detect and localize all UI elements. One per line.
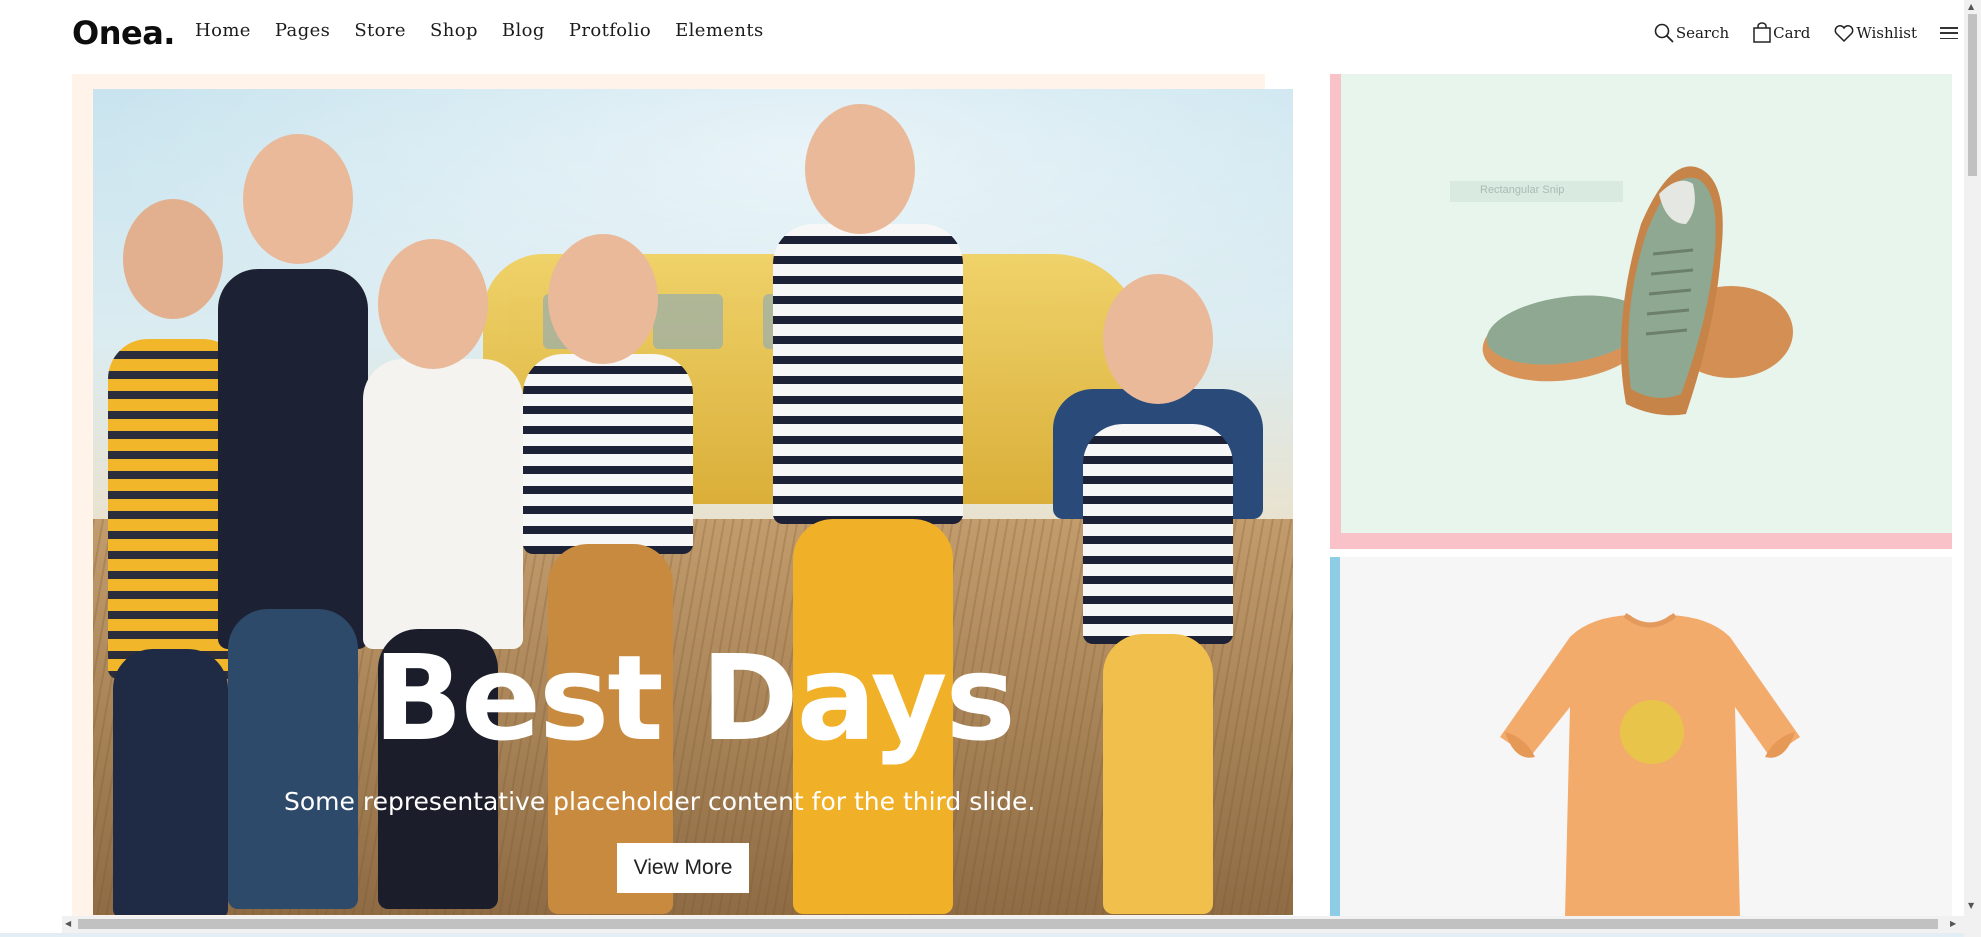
child-figure xyxy=(363,359,523,649)
hero-slide: Best Days Some representative placeholde… xyxy=(93,89,1293,915)
horizontal-scroll-thumb[interactable] xyxy=(78,919,1938,929)
scroll-down-icon[interactable]: ▼ xyxy=(1968,901,1974,910)
vertical-scroll-thumb[interactable] xyxy=(1968,14,1977,176)
wishlist-link[interactable]: Wishlist xyxy=(1833,23,1917,43)
nav-protfolio[interactable]: Protfolio xyxy=(569,20,651,41)
heart-icon xyxy=(1834,25,1854,43)
header-tools: Search Card Wishlist xyxy=(1653,22,1964,44)
nav-elements[interactable]: Elements xyxy=(675,20,764,41)
nav-shop[interactable]: Shop xyxy=(430,20,478,41)
search-link[interactable]: Search xyxy=(1653,22,1729,44)
product-card-sneakers[interactable] xyxy=(1341,74,1952,533)
product-card-frame xyxy=(1330,557,1340,924)
search-icon xyxy=(1654,23,1674,43)
scroll-right-icon[interactable]: ▶ xyxy=(1950,919,1956,928)
hamburger-menu-icon[interactable] xyxy=(1940,25,1958,41)
view-more-button[interactable]: View More xyxy=(617,843,749,893)
logo[interactable]: Onea. xyxy=(72,14,175,52)
bottom-strip xyxy=(0,933,1964,937)
search-label: Search xyxy=(1675,24,1730,42)
wishlist-label: Wishlist xyxy=(1856,24,1917,42)
nav-store[interactable]: Store xyxy=(354,20,406,41)
child-figure xyxy=(1083,424,1233,644)
sneakers-image xyxy=(1482,166,1793,416)
hero-title: Best Days xyxy=(373,629,1016,767)
hero-subtitle: Some representative placeholder content … xyxy=(284,787,1036,816)
main-nav: Home Pages Store Shop Blog Protfolio Ele… xyxy=(195,20,788,41)
nav-blog[interactable]: Blog xyxy=(502,20,545,41)
sweater-image xyxy=(1500,612,1800,917)
bag-icon xyxy=(1753,22,1771,43)
snip-ghost-label: Rectangular Snip xyxy=(1450,181,1623,202)
child-figure xyxy=(773,224,963,524)
child-figure xyxy=(523,354,693,554)
scroll-left-icon[interactable]: ◀ xyxy=(65,919,71,928)
child-figure xyxy=(218,269,368,649)
nav-pages[interactable]: Pages xyxy=(275,20,330,41)
product-card-sweater[interactable] xyxy=(1340,557,1952,924)
site-header: Onea. Home Pages Store Shop Blog Protfol… xyxy=(0,0,1964,68)
nav-home[interactable]: Home xyxy=(195,20,251,41)
scroll-up-icon[interactable]: ▲ xyxy=(1968,2,1974,11)
card-link[interactable]: Card xyxy=(1752,22,1810,44)
card-label: Card xyxy=(1773,24,1811,42)
